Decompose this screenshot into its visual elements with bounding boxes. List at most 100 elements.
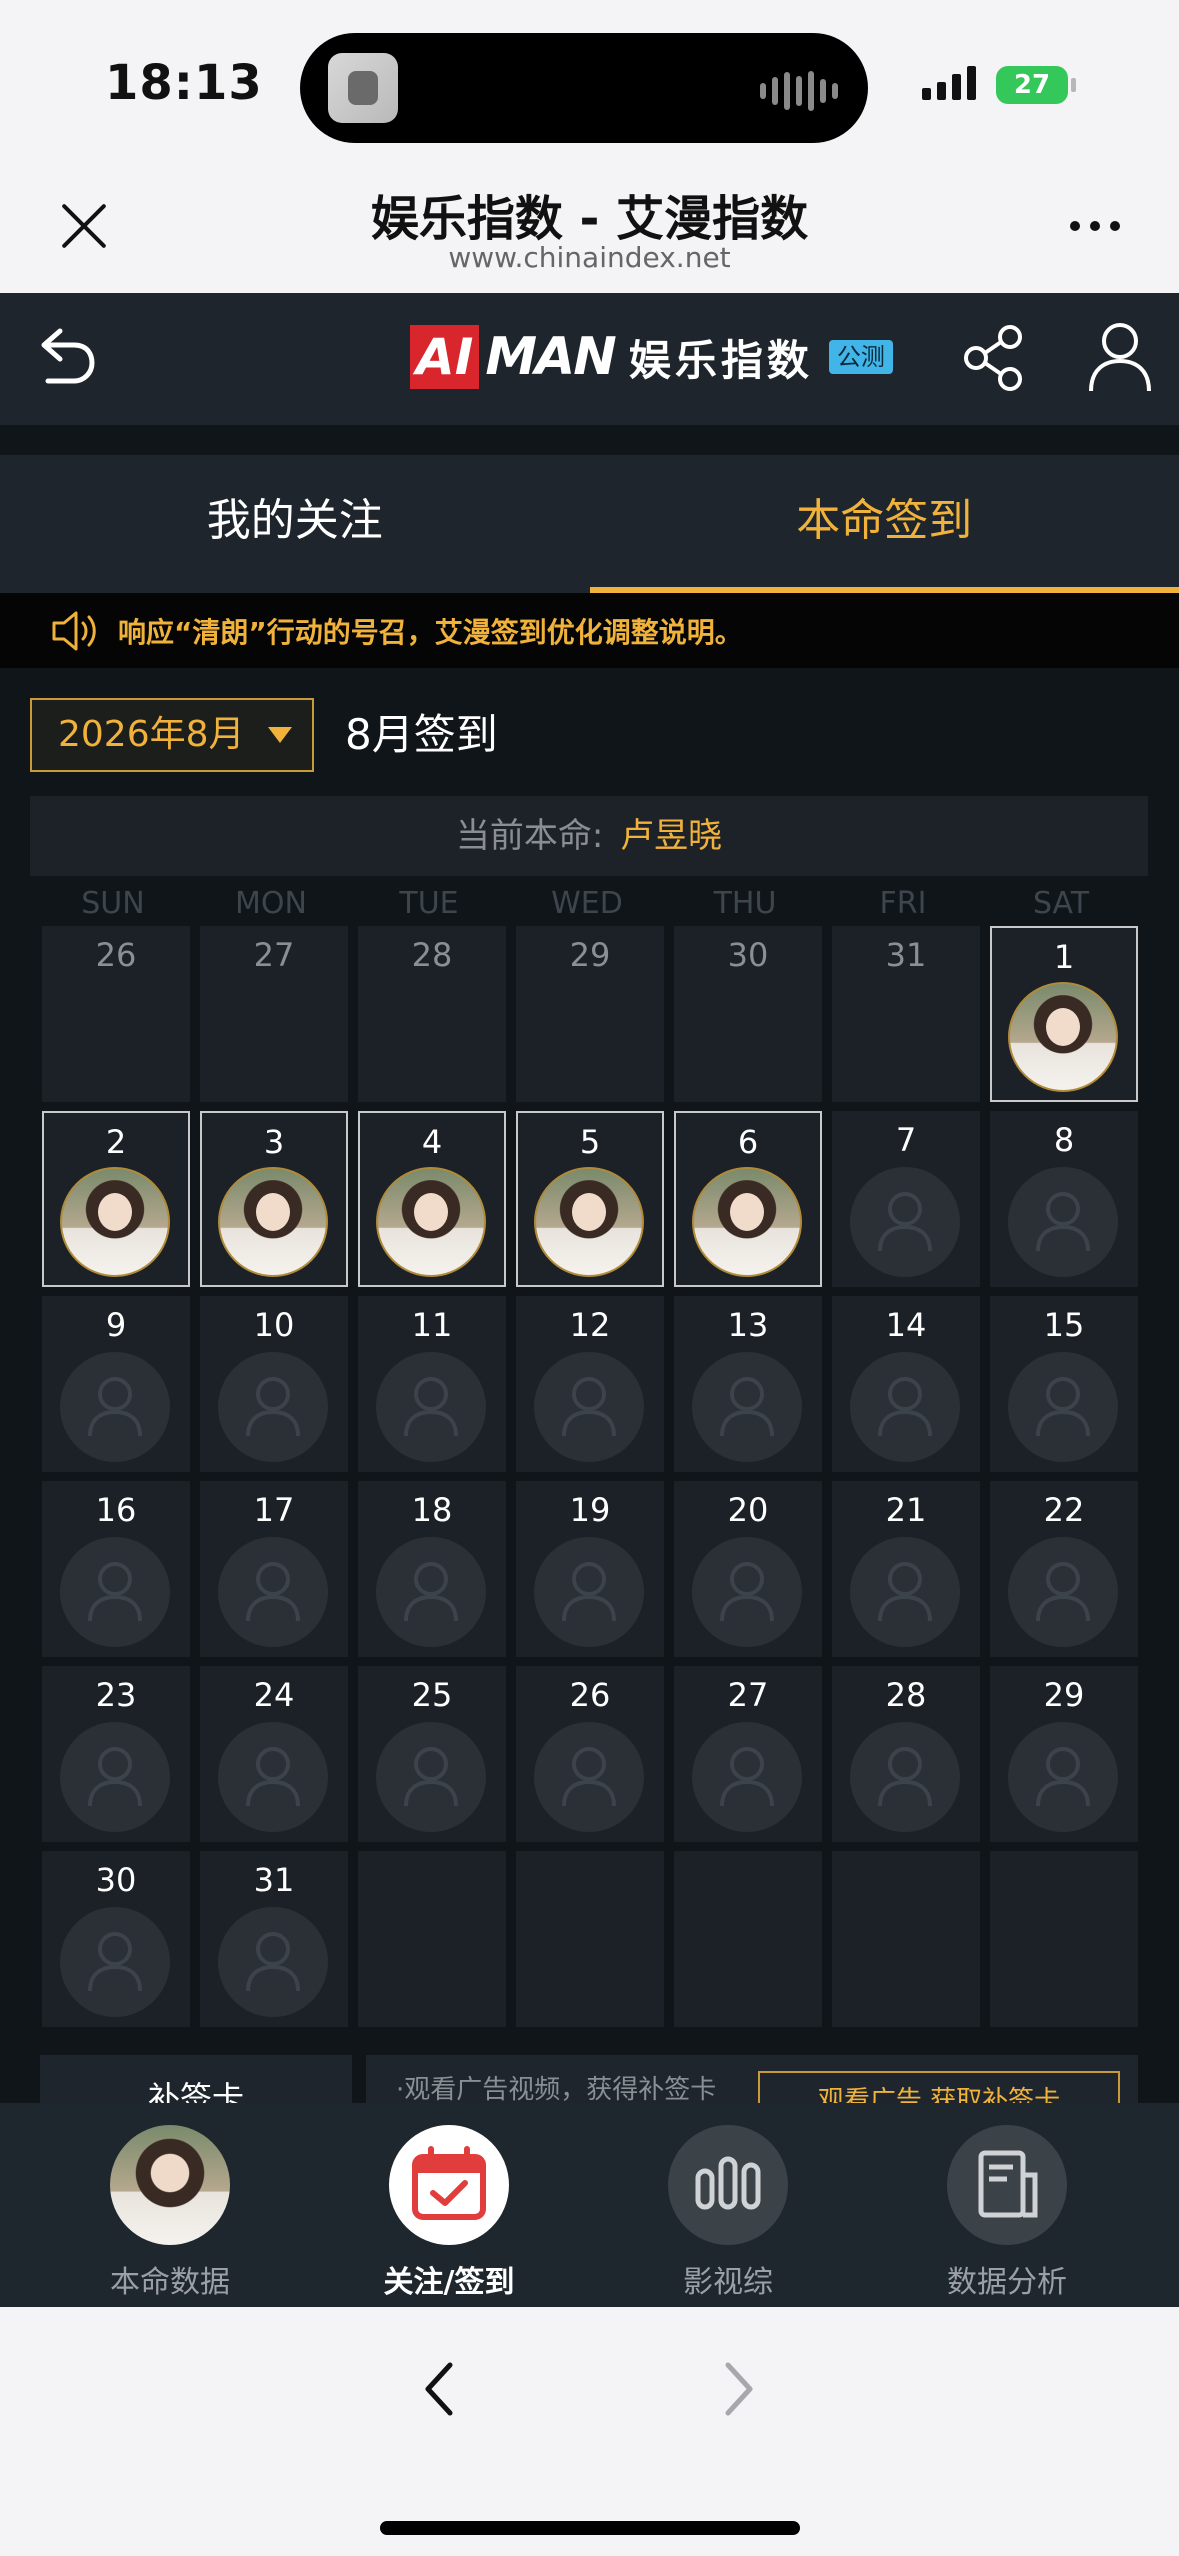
calendar-day-number: 3 <box>263 1123 285 1161</box>
calendar-day-cell[interactable]: 28 <box>832 1666 980 1842</box>
person-placeholder-icon <box>534 1722 644 1832</box>
island-album-thumbnail <box>328 53 398 123</box>
nav-film-tv[interactable]: 影视综 <box>608 2113 848 2301</box>
person-placeholder-icon <box>218 1907 328 2017</box>
dynamic-island[interactable] <box>300 33 868 143</box>
browser-page-url: www.chinaindex.net <box>448 241 731 274</box>
user-icon[interactable] <box>1085 319 1155 395</box>
calendar-day-number: 22 <box>1043 1491 1085 1529</box>
month-checkin-title: 8月签到 <box>345 710 498 759</box>
home-indicator[interactable] <box>380 2521 800 2535</box>
calendar-day-cell[interactable]: 25 <box>358 1666 506 1842</box>
nav-film-tv-label: 影视综 <box>683 2265 773 2300</box>
calendar-day-cell[interactable]: 17 <box>200 1481 348 1657</box>
calendar-day-cell[interactable]: 8 <box>990 1111 1138 1287</box>
calendar-day-cell[interactable]: 15 <box>990 1296 1138 1472</box>
calendar-day-number: 24 <box>253 1676 295 1714</box>
current-idol-name[interactable]: 卢昱晓 <box>620 816 722 856</box>
calendar-day-cell[interactable]: 21 <box>832 1481 980 1657</box>
calendar-day-cell[interactable]: 30 <box>42 1851 190 2027</box>
browser-back-icon[interactable] <box>418 2359 458 2419</box>
back-arrow-icon[interactable] <box>30 323 100 393</box>
calendar-day-cell[interactable]: 12 <box>516 1296 664 1472</box>
calendar-day-cell[interactable]: 24 <box>200 1666 348 1842</box>
checkin-avatar-photo <box>60 1167 170 1277</box>
calendar-day-cell[interactable]: 9 <box>42 1296 190 1472</box>
checkin-avatar-photo <box>1008 982 1118 1092</box>
month-dropdown[interactable]: 2026年8月 <box>30 698 314 772</box>
share-icon[interactable] <box>960 323 1030 393</box>
calendar-day-number: 5 <box>579 1123 601 1161</box>
person-placeholder-icon <box>534 1352 644 1462</box>
logo-cn-text: 娱乐指数 <box>628 335 813 385</box>
person-placeholder-icon <box>218 1352 328 1462</box>
calendar-day-cell[interactable]: 5 <box>516 1111 664 1287</box>
calendar-day-cell: 27 <box>200 926 348 1102</box>
calendar-day-cell[interactable]: 6 <box>674 1111 822 1287</box>
calendar-day-number: 25 <box>411 1676 453 1714</box>
person-placeholder-icon <box>60 1907 170 2017</box>
calendar-day-cell[interactable]: 2 <box>42 1111 190 1287</box>
calendar-day-cell[interactable]: 20 <box>674 1481 822 1657</box>
calendar-day-cell[interactable]: 10 <box>200 1296 348 1472</box>
calendar-day-cell <box>832 1851 980 2027</box>
browser-forward-icon[interactable] <box>720 2359 760 2419</box>
person-placeholder-icon <box>1008 1722 1118 1832</box>
person-placeholder-icon <box>692 1722 802 1832</box>
calendar-day-cell[interactable]: 19 <box>516 1481 664 1657</box>
nav-follow-checkin[interactable]: 关注/签到 <box>329 2113 569 2301</box>
nav-idol-data[interactable]: 本命数据 <box>50 2113 290 2301</box>
calendar-day-cell[interactable]: 27 <box>674 1666 822 1842</box>
checkin-avatar-photo <box>218 1167 328 1277</box>
weekday-sun: SUN <box>81 886 145 921</box>
calendar-day-number: 31 <box>885 936 927 974</box>
calendar-day-cell[interactable]: 31 <box>200 1851 348 2027</box>
calendar-day-cell[interactable]: 4 <box>358 1111 506 1287</box>
calendar-day-cell[interactable]: 23 <box>42 1666 190 1842</box>
calendar-day-cell[interactable]: 29 <box>990 1666 1138 1842</box>
battery-icon: 27 <box>996 66 1076 104</box>
nav-idol-data-label: 本命数据 <box>110 2265 230 2300</box>
notice-banner[interactable]: 响应“清朗”行动的号召，艾漫签到优化调整说明。 <box>0 593 1179 668</box>
weekday-header: SUN MON TUE WED THU FRI SAT <box>40 886 1140 926</box>
cellular-signal-icon <box>922 64 976 100</box>
calendar-day-number: 15 <box>1043 1306 1085 1344</box>
calendar-day-cell[interactable]: 14 <box>832 1296 980 1472</box>
calendar-day-number: 10 <box>253 1306 295 1344</box>
nav-data-analysis[interactable]: 数据分析 <box>887 2113 1127 2301</box>
calendar-day-cell[interactable]: 26 <box>516 1666 664 1842</box>
calendar-day-number: 6 <box>737 1123 759 1161</box>
calendar-day-number: 26 <box>95 936 137 974</box>
tab-bar: 我的关注 本命签到 <box>0 455 1179 593</box>
person-placeholder-icon <box>60 1537 170 1647</box>
tab-checkin[interactable]: 本命签到 <box>589 455 1179 593</box>
calendar-day-number: 4 <box>421 1123 443 1161</box>
calendar-day-cell[interactable]: 16 <box>42 1481 190 1657</box>
aiman-logo[interactable]: AI MAN 娱乐指数 公测 <box>410 325 893 389</box>
calendar-day-number: 8 <box>1053 1121 1075 1159</box>
calendar-day-cell[interactable]: 7 <box>832 1111 980 1287</box>
calendar-day-number: 14 <box>885 1306 927 1344</box>
calendar-day-cell[interactable]: 22 <box>990 1481 1138 1657</box>
calendar-day-cell[interactable]: 13 <box>674 1296 822 1472</box>
calendar-day-number: 30 <box>95 1861 137 1899</box>
calendar-day-cell <box>358 1851 506 2027</box>
calendar-day-number: 31 <box>253 1861 295 1899</box>
calendar-day-cell[interactable]: 3 <box>200 1111 348 1287</box>
calendar-day-cell[interactable]: 11 <box>358 1296 506 1472</box>
browser-toolbar <box>0 2307 1179 2556</box>
calendar-day-cell: 29 <box>516 926 664 1102</box>
more-icon[interactable] <box>1070 221 1120 231</box>
page-root: 18:13 27 娱乐指数 - 艾漫指数 www.chinaindex.net … <box>0 0 1179 2556</box>
person-placeholder-icon <box>60 1722 170 1832</box>
app-content: AI MAN 娱乐指数 公测 我的关注 本命签到 响应“清朗”行动的号召，艾漫签… <box>0 293 1179 2307</box>
calendar-day-cell[interactable]: 18 <box>358 1481 506 1657</box>
tab-my-follow[interactable]: 我的关注 <box>0 455 590 593</box>
beta-badge: 公测 <box>828 340 893 374</box>
calendar-day-number: 7 <box>895 1121 917 1159</box>
calendar-day-cell[interactable]: 1 <box>990 926 1138 1102</box>
person-placeholder-icon <box>1008 1537 1118 1647</box>
current-idol-bar: 当前本命: 卢昱晓 <box>30 796 1148 876</box>
person-placeholder-icon <box>218 1537 328 1647</box>
app-header: AI MAN 娱乐指数 公测 <box>0 293 1179 425</box>
